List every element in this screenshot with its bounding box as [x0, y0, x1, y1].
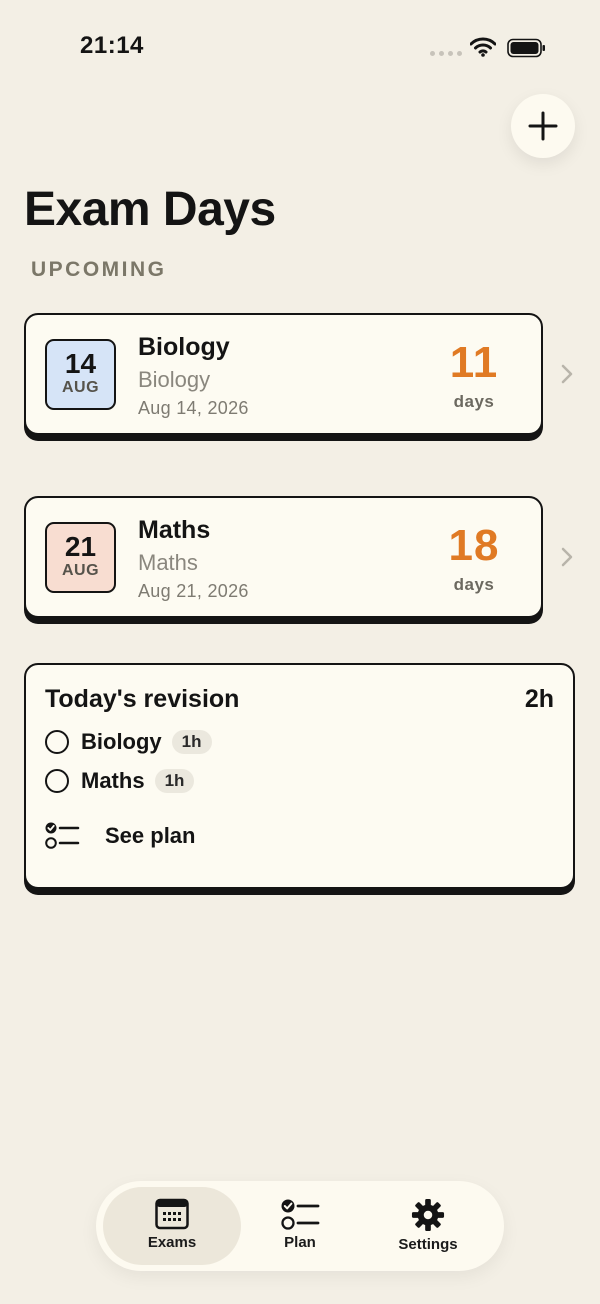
exam-name: Maths	[138, 516, 211, 544]
add-exam-button[interactable]	[511, 94, 575, 158]
revision-total: 2h	[524, 685, 554, 713]
duration-pill: 1h	[171, 730, 212, 754]
days-unit: days	[453, 392, 495, 411]
checkbox-circle[interactable]	[45, 730, 69, 754]
calendar-icon	[155, 1198, 189, 1230]
date-badge: 14 AUG	[45, 339, 116, 410]
days-unit: days	[453, 575, 495, 594]
tab-plan[interactable]: Plan	[231, 1187, 369, 1265]
date-day: 14	[64, 348, 97, 379]
exam-card-biology[interactable]: 14 AUG Biology Biology Aug 14, 2026 11 d…	[24, 313, 543, 435]
tab-settings[interactable]: Settings	[359, 1187, 497, 1265]
days-count: 18	[448, 521, 500, 570]
date-month: AUG	[61, 562, 100, 579]
plus-icon	[528, 111, 558, 141]
date-month: AUG	[61, 379, 100, 396]
exam-name: Biology	[138, 333, 230, 361]
cellular-dots-icon	[430, 51, 462, 56]
chevron-right-icon[interactable]	[560, 546, 574, 573]
checklist-icon	[45, 822, 80, 849]
revision-card: Today's revision 2h Biology 1h Maths 1h …	[24, 663, 575, 889]
exam-subject: Maths	[138, 550, 198, 575]
exam-subject: Biology	[138, 367, 211, 392]
date-badge: 21 AUG	[45, 522, 116, 593]
duration-pill: 1h	[154, 769, 195, 793]
checklist-icon	[281, 1199, 320, 1230]
tab-bar: Exams Plan Settings	[96, 1181, 504, 1271]
revision-item-maths[interactable]: Maths 1h	[45, 768, 195, 794]
revision-subject: Maths	[81, 768, 145, 793]
wifi-icon	[469, 37, 497, 62]
tab-label: Exams	[147, 1234, 197, 1251]
tab-exams[interactable]: Exams	[103, 1187, 241, 1265]
section-label: UPCOMING	[31, 258, 167, 281]
see-plan-label: See plan	[105, 823, 196, 848]
gear-icon	[411, 1198, 445, 1232]
tab-label: Settings	[398, 1236, 458, 1253]
revision-item-biology[interactable]: Biology 1h	[45, 729, 212, 755]
page-title: Exam Days	[24, 183, 276, 236]
exam-date: Aug 14, 2026	[138, 398, 249, 418]
exam-card-maths[interactable]: 21 AUG Maths Maths Aug 21, 2026 18 days	[24, 496, 543, 618]
checkbox-circle[interactable]	[45, 769, 69, 793]
days-count: 11	[449, 338, 499, 387]
revision-subject: Biology	[81, 729, 162, 754]
chevron-right-icon[interactable]	[560, 363, 574, 390]
exam-date: Aug 21, 2026	[138, 581, 249, 601]
battery-icon	[507, 38, 547, 63]
tab-label: Plan	[284, 1234, 316, 1251]
revision-title: Today's revision	[45, 685, 240, 713]
see-plan-button[interactable]: See plan	[45, 821, 195, 851]
status-time: 21:14	[80, 32, 144, 59]
date-day: 21	[64, 531, 97, 562]
